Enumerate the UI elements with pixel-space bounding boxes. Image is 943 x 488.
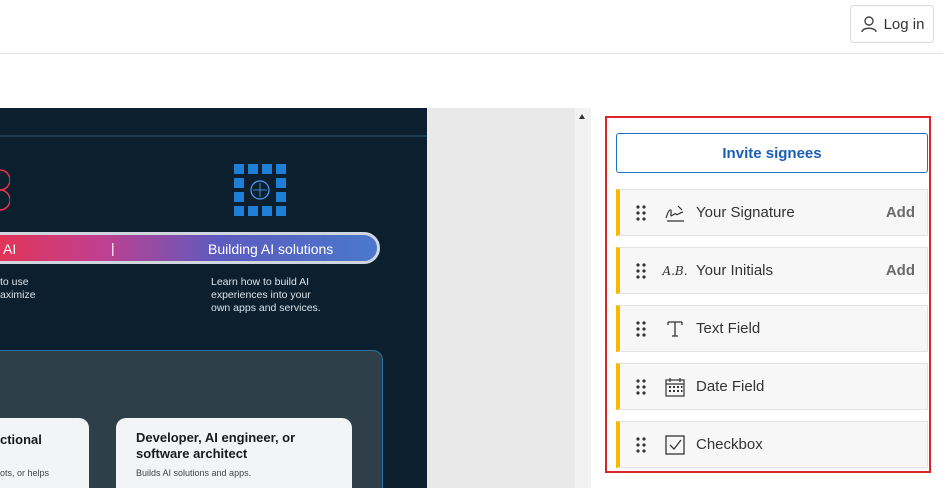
add-initials-button[interactable]: Add	[886, 262, 915, 279]
field-label: Text Field	[696, 320, 761, 337]
left-description: to use aximize	[0, 276, 36, 301]
category-pill: AI | Building AI solutions	[0, 232, 380, 264]
role-card-title: Developer, AI engineer, or software arch…	[136, 430, 296, 461]
field-your-signature[interactable]: Your Signature Add	[616, 189, 928, 236]
add-signature-button[interactable]: Add	[886, 204, 915, 221]
drag-handle-icon[interactable]	[636, 263, 646, 279]
login-label: Log in	[883, 15, 925, 33]
scroll-up-icon[interactable]	[579, 114, 585, 119]
document-viewer[interactable]: AI | Building AI solutions to use aximiz…	[0, 108, 591, 488]
calendar-icon	[664, 376, 686, 398]
ai-grid-icon	[234, 164, 286, 216]
divider	[0, 135, 427, 137]
field-label: Your Signature	[696, 204, 795, 221]
initials-icon: A.B.	[662, 264, 688, 278]
text-field-icon	[664, 318, 686, 340]
signature-icon	[664, 202, 686, 224]
pill-right-label: Building AI solutions	[208, 241, 334, 257]
field-label: Date Field	[696, 378, 765, 395]
login-button[interactable]: Log in	[850, 5, 934, 43]
right-description: Learn how to build AI experiences into y…	[211, 276, 321, 314]
toolbar-area	[0, 54, 943, 109]
drag-handle-icon[interactable]	[636, 205, 646, 221]
viewer-scrollbar[interactable]	[575, 108, 591, 488]
role-card: Developer, AI engineer, or software arch…	[116, 418, 352, 488]
document-page: AI | Building AI solutions to use aximiz…	[0, 108, 427, 488]
role-card-title: ctional	[0, 432, 42, 447]
drag-handle-icon[interactable]	[636, 437, 646, 453]
field-label: Your Initials	[696, 262, 773, 279]
drag-handle-icon[interactable]	[636, 379, 646, 395]
field-label: Checkbox	[696, 436, 763, 453]
field-text-field[interactable]: Text Field	[616, 305, 928, 352]
field-your-initials[interactable]: A.B. Your Initials Add	[616, 247, 928, 294]
invite-signees-button[interactable]: Invite signees	[616, 133, 928, 173]
field-checkbox[interactable]: Checkbox	[616, 421, 928, 468]
role-card-desc: ots, or helps	[0, 468, 50, 478]
top-bar: Log in	[0, 0, 943, 54]
pill-left-label: AI	[3, 241, 17, 257]
role-card-desc: Builds AI solutions and apps.	[136, 468, 252, 478]
user-icon	[860, 16, 877, 33]
field-date-field[interactable]: Date Field	[616, 363, 928, 410]
pill-separator: |	[111, 240, 115, 256]
checkbox-icon	[664, 434, 686, 456]
role-card: ctional ots, or helps	[0, 418, 89, 488]
drag-handle-icon[interactable]	[636, 321, 646, 337]
brain-icon	[0, 169, 10, 211]
